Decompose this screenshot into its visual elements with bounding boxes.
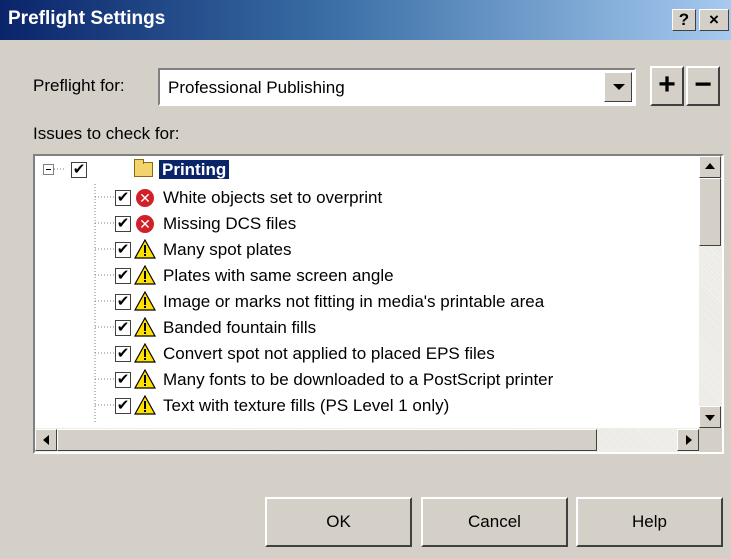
help-title-button[interactable]: ? — [672, 9, 696, 31]
preflight-for-dropdown[interactable]: Professional Publishing — [158, 68, 636, 106]
warning-icon — [134, 369, 156, 389]
item-label: Plates with same screen angle — [163, 266, 394, 285]
group-label: Printing — [159, 160, 230, 179]
horizontal-scrollbar[interactable] — [35, 428, 699, 452]
scroll-down-button[interactable] — [699, 406, 721, 428]
scroll-up-button[interactable] — [699, 156, 721, 178]
close-button[interactable]: × — [699, 9, 729, 31]
tree-item[interactable]: ✔ Many spot plates — [35, 238, 695, 264]
error-icon: ✕ — [136, 189, 154, 207]
item-checkbox[interactable]: ✔ — [115, 216, 131, 232]
item-checkbox[interactable]: ✔ — [115, 372, 131, 388]
item-checkbox[interactable]: ✔ — [115, 398, 131, 414]
warning-icon — [134, 265, 156, 285]
folder-icon — [134, 159, 153, 177]
item-label: Banded fountain fills — [163, 318, 317, 337]
warning-icon — [134, 343, 156, 363]
item-checkbox[interactable]: ✔ — [115, 242, 131, 258]
group-checkbox[interactable]: ✔ — [71, 162, 87, 178]
help-button[interactable]: Help — [576, 497, 723, 547]
item-label: Missing DCS files — [163, 214, 297, 233]
collapse-toggle[interactable] — [43, 164, 54, 175]
tree-item[interactable]: ✔ ✕ White objects set to overprint — [35, 186, 695, 212]
item-checkbox[interactable]: ✔ — [115, 190, 131, 206]
error-icon: ✕ — [136, 215, 154, 233]
tree-group-printing[interactable]: ✔ Printing — [35, 158, 695, 184]
window-title: Preflight Settings — [8, 8, 166, 29]
tree-item[interactable]: ✔ Plates with same screen angle — [35, 264, 695, 290]
item-checkbox[interactable]: ✔ — [115, 268, 131, 284]
item-label: Many spot plates — [163, 240, 292, 259]
item-label: Many fonts to be downloaded to a PostScr… — [163, 370, 554, 389]
item-label: White objects set to overprint — [163, 188, 383, 207]
item-label: Text with texture fills (PS Level 1 only… — [163, 396, 450, 415]
add-preset-button[interactable]: + — [650, 66, 684, 106]
item-checkbox[interactable]: ✔ — [115, 346, 131, 362]
issues-tree[interactable]: ✔ Printing ✔ ✕ White objects set to over… — [33, 154, 724, 454]
ok-button[interactable]: OK — [265, 497, 412, 547]
scrollbar-corner — [699, 428, 722, 452]
remove-preset-button[interactable]: − — [686, 66, 720, 106]
vertical-scroll-thumb[interactable] — [699, 178, 721, 246]
warning-icon — [134, 317, 156, 337]
warning-icon — [134, 239, 156, 259]
horizontal-scroll-thumb[interactable] — [57, 429, 597, 451]
title-bar[interactable]: Preflight Settings ? × — [0, 0, 731, 40]
preflight-for-value: Professional Publishing — [168, 78, 345, 97]
tree-item[interactable]: ✔ Text with texture fills (PS Level 1 on… — [35, 394, 695, 420]
cancel-button[interactable]: Cancel — [421, 497, 568, 547]
tree-item[interactable]: ✔ Banded fountain fills — [35, 316, 695, 342]
preflight-for-label: Preflight for: — [33, 76, 125, 95]
dropdown-arrow-button[interactable] — [604, 72, 632, 102]
warning-icon — [134, 395, 156, 415]
vertical-scrollbar[interactable] — [699, 156, 722, 428]
scroll-right-button[interactable] — [677, 429, 699, 451]
item-checkbox[interactable]: ✔ — [115, 294, 131, 310]
tree-item[interactable]: ✔ Convert spot not applied to placed EPS… — [35, 342, 695, 368]
preflight-settings-dialog: Preflight Settings ? × Preflight for: Pr… — [0, 0, 731, 559]
item-checkbox[interactable]: ✔ — [115, 320, 131, 336]
tree-item[interactable]: ✔ Many fonts to be downloaded to a PostS… — [35, 368, 695, 394]
tree-item[interactable]: ✔ Image or marks not fitting in media's … — [35, 290, 695, 316]
warning-icon — [134, 291, 156, 311]
tree-item[interactable]: ✔ ✕ Missing DCS files — [35, 212, 695, 238]
item-label: Convert spot not applied to placed EPS f… — [163, 344, 495, 363]
scroll-left-button[interactable] — [35, 429, 57, 451]
issues-label: Issues to check for: — [33, 124, 180, 143]
item-label: Image or marks not fitting in media's pr… — [163, 292, 545, 311]
